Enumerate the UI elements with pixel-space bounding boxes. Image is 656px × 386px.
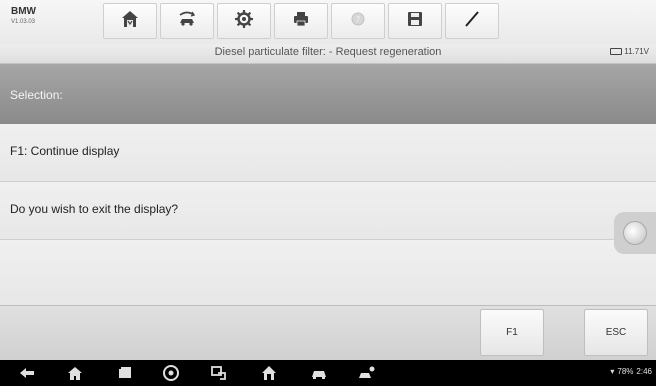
settings-button[interactable]	[217, 3, 271, 39]
vehicle-icon[interactable]	[310, 364, 328, 382]
wifi-icon: ▾	[610, 367, 615, 376]
car-battery-icon	[610, 48, 623, 55]
settings-gear-icon	[234, 9, 254, 34]
assistive-touch-icon	[623, 221, 647, 245]
list-item	[0, 240, 656, 305]
pen-button[interactable]	[445, 3, 499, 39]
help-button[interactable]: ?	[331, 3, 385, 39]
android-nav-bar: ▾ 78% 2:46	[0, 360, 656, 386]
app-name: BMW	[11, 6, 36, 17]
list-item: Do you wish to exit the display?	[0, 182, 656, 240]
battery-percent: 78%	[617, 367, 634, 376]
save-icon	[405, 9, 425, 34]
title-strip: Diesel particulate filter: - Request reg…	[0, 44, 656, 64]
print-button[interactable]	[274, 3, 328, 39]
list-item-text: Do you wish to exit the display?	[10, 202, 179, 216]
vci-connection-icon[interactable]	[358, 364, 376, 382]
f1-button[interactable]: F1	[480, 309, 544, 356]
android-home-icon[interactable]	[66, 364, 84, 382]
app-window: BMW V1.03.03 ? Diesel particulate filter…	[0, 0, 656, 386]
home-icon	[120, 9, 140, 34]
recent-apps-icon[interactable]	[116, 364, 134, 382]
page-title: Diesel particulate filter: - Request reg…	[214, 46, 442, 58]
status-area: ▾ 78% 2:46	[610, 367, 652, 376]
maxisys-home-icon[interactable]	[260, 364, 278, 382]
vehicle-swap-icon	[177, 9, 197, 34]
save-button[interactable]	[388, 3, 442, 39]
esc-button[interactable]: ESC	[584, 309, 648, 356]
browser-icon[interactable]	[162, 364, 180, 382]
function-key-bar: F1 ESC	[0, 305, 656, 361]
selection-header: Selection:	[0, 64, 656, 124]
pen-icon	[462, 9, 482, 34]
back-icon[interactable]	[18, 364, 36, 382]
battery-voltage-indicator: 11.71V	[610, 47, 649, 56]
svg-text:?: ?	[356, 15, 360, 24]
list-item: F1: Continue display	[0, 124, 656, 182]
app-version: V1.03.03	[11, 19, 36, 25]
floating-assistive-button[interactable]	[614, 212, 656, 254]
battery-voltage-value: 11.71V	[624, 47, 649, 56]
top-toolbar: BMW V1.03.03 ?	[0, 0, 656, 45]
home-button[interactable]	[103, 3, 157, 39]
remote-link-icon[interactable]	[210, 364, 228, 382]
clock: 2:46	[636, 367, 652, 376]
selection-label: Selection:	[10, 88, 63, 102]
help-icon: ?	[348, 9, 368, 34]
list-item-text: F1: Continue display	[10, 144, 120, 158]
vehicle-swap-button[interactable]	[160, 3, 214, 39]
print-icon	[291, 9, 311, 34]
